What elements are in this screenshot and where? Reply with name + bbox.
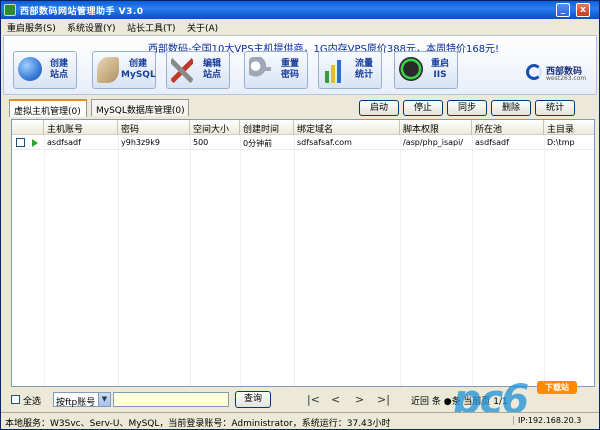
column-divider [544,135,545,386]
keys-icon [249,57,271,83]
prev-page-button[interactable]: < [331,393,340,406]
menu-about[interactable]: 关于(A) [187,21,218,34]
stats-button[interactable]: 统计 [535,100,575,116]
table-header: 主机账号 密码 空间大小 创建时间 绑定域名 脚本权限 所在池 主目录 [12,120,594,135]
tool-label-line2: 站点 [202,70,221,80]
tool-label-line1: 流量 [354,59,373,69]
column-header[interactable]: 主机账号 [44,120,118,135]
cell-space: 500 [193,138,209,147]
host-table: 主机账号 密码 空间大小 创建时间 绑定域名 脚本权限 所在池 主目录 asdf… [11,119,595,387]
west263-logo: 西部数码 west263.com [526,62,592,82]
search-bar: 全选 按ftp账号 ▼ 查询 |< < > >| 近回 条 ●条 当前页 1/1 [1,390,599,410]
cell-account: asdfsadf [47,138,81,147]
menu-system-settings[interactable]: 系统设置(Y) [67,21,116,34]
column-header[interactable]: 脚本权限 [400,120,472,135]
edit-site-button[interactable]: 编辑 站点 [166,51,230,89]
tools-icon [171,57,193,83]
delete-button[interactable]: 删除 [491,100,531,116]
column-header[interactable]: 空间大小 [190,120,240,135]
tool-label-line2: 站点 [49,70,68,80]
column-header[interactable]: 绑定域名 [294,120,400,135]
sync-button[interactable]: 同步 [447,100,487,116]
chevron-down-icon[interactable]: ▼ [98,393,110,406]
power-icon [399,57,423,81]
page-info: 近回 条 ●条 当前页 1/1 [411,397,508,407]
cell-domain: sdfsafsaf.com [297,138,352,147]
start-button[interactable]: 启动 [359,100,399,116]
window-title: 西部数码网站管理助手 V3.0 [20,7,144,17]
tool-label-line1: 重启 [430,59,449,69]
app-window: 西部数码网站管理助手 V3.0 _ x 重启服务(S) 系统设置(Y) 站长工具… [0,0,600,430]
create-mysql-button[interactable]: 创建 MySQL [92,51,156,89]
tool-label-line1: 重置 [280,59,299,69]
query-button[interactable]: 查询 [235,391,271,408]
dolphin-icon [97,57,119,83]
table-row[interactable]: asdfsadf y9h3z9k9 500 0分钟前 sdfsafsaf.com… [12,136,594,150]
tab-mysql-databases[interactable]: MySQL数据库管理(0) [91,99,189,116]
reset-password-button[interactable]: 重置 密码 [244,51,308,89]
bar-chart-icon [323,57,345,83]
menu-bar: 重启服务(S) 系统设置(Y) 站长工具(T) 关于(A) [1,19,599,35]
tool-label-line1: 创建 [128,59,147,69]
tool-label-line2: 密码 [280,70,299,80]
minimize-button[interactable]: _ [556,3,570,17]
column-divider [240,135,241,386]
column-divider [472,135,473,386]
column-header[interactable]: 创建时间 [240,120,294,135]
column-divider [294,135,295,386]
menu-webmaster-tools[interactable]: 站长工具(T) [127,21,176,34]
tool-label-line1: 编辑 [202,59,221,69]
restart-iis-button[interactable]: 重启 IIS [394,51,458,89]
tab-virtual-hosts[interactable]: 虚拟主机管理(0) [9,99,87,117]
stop-button[interactable]: 停止 [403,100,443,116]
column-select [12,120,44,135]
menu-restart-service[interactable]: 重启服务(S) [7,21,56,34]
logo-sub: west263.com [546,75,587,82]
column-divider [190,135,191,386]
status-ip: IP:192.168.20.3 [513,416,581,425]
next-page-button[interactable]: > [355,393,364,406]
create-site-button[interactable]: 创建 站点 [13,51,77,89]
cell-password: y9h3z9k9 [121,138,160,147]
status-services: 本地服务：W3Svc、Serv-U、MySQL，当前登录账号：Administr… [5,419,391,429]
cell-script: /asp/php_isapi/ [403,138,464,147]
tool-label-line1: 创建 [49,59,68,69]
column-divider [118,135,119,386]
app-icon [4,4,16,16]
logo-mark-icon [526,64,542,80]
traffic-stats-button[interactable]: 流量 统计 [318,51,382,89]
cell-created: 0分钟前 [243,139,273,148]
title-bar[interactable]: 西部数码网站管理助手 V3.0 _ x [1,1,599,19]
column-divider [400,135,401,386]
select-all-label[interactable]: 全选 [23,394,41,407]
column-header[interactable]: 密码 [118,120,190,135]
search-field-select[interactable]: 按ftp账号 ▼ [53,392,111,408]
last-page-button[interactable]: >| [377,393,390,406]
select-all-checkbox[interactable] [11,395,20,404]
tool-label-line2: MySQL [121,70,156,80]
tool-label-line2: IIS [433,70,447,80]
search-input[interactable] [113,392,229,407]
status-bar: 本地服务：W3Svc、Serv-U、MySQL，当前登录账号：Administr… [1,412,599,429]
tool-label-line2: 统计 [354,70,373,80]
first-page-button[interactable]: |< [307,393,320,406]
column-header[interactable]: 主目录 [544,120,594,135]
cell-pool: asdfsadf [475,138,509,147]
column-divider [44,135,45,386]
globe-icon [18,57,42,81]
toolbar-banner: 西部数码-全国10大VPS主机提供商，1G内存VPS原价388元，本周特价168… [3,35,597,95]
cell-home: D:\tmp [547,138,575,147]
column-header[interactable]: 所在池 [472,120,544,135]
close-button[interactable]: x [576,3,590,17]
search-field-value: 按ftp账号 [56,398,96,408]
running-play-icon [32,139,38,147]
row-checkbox[interactable] [16,138,25,147]
